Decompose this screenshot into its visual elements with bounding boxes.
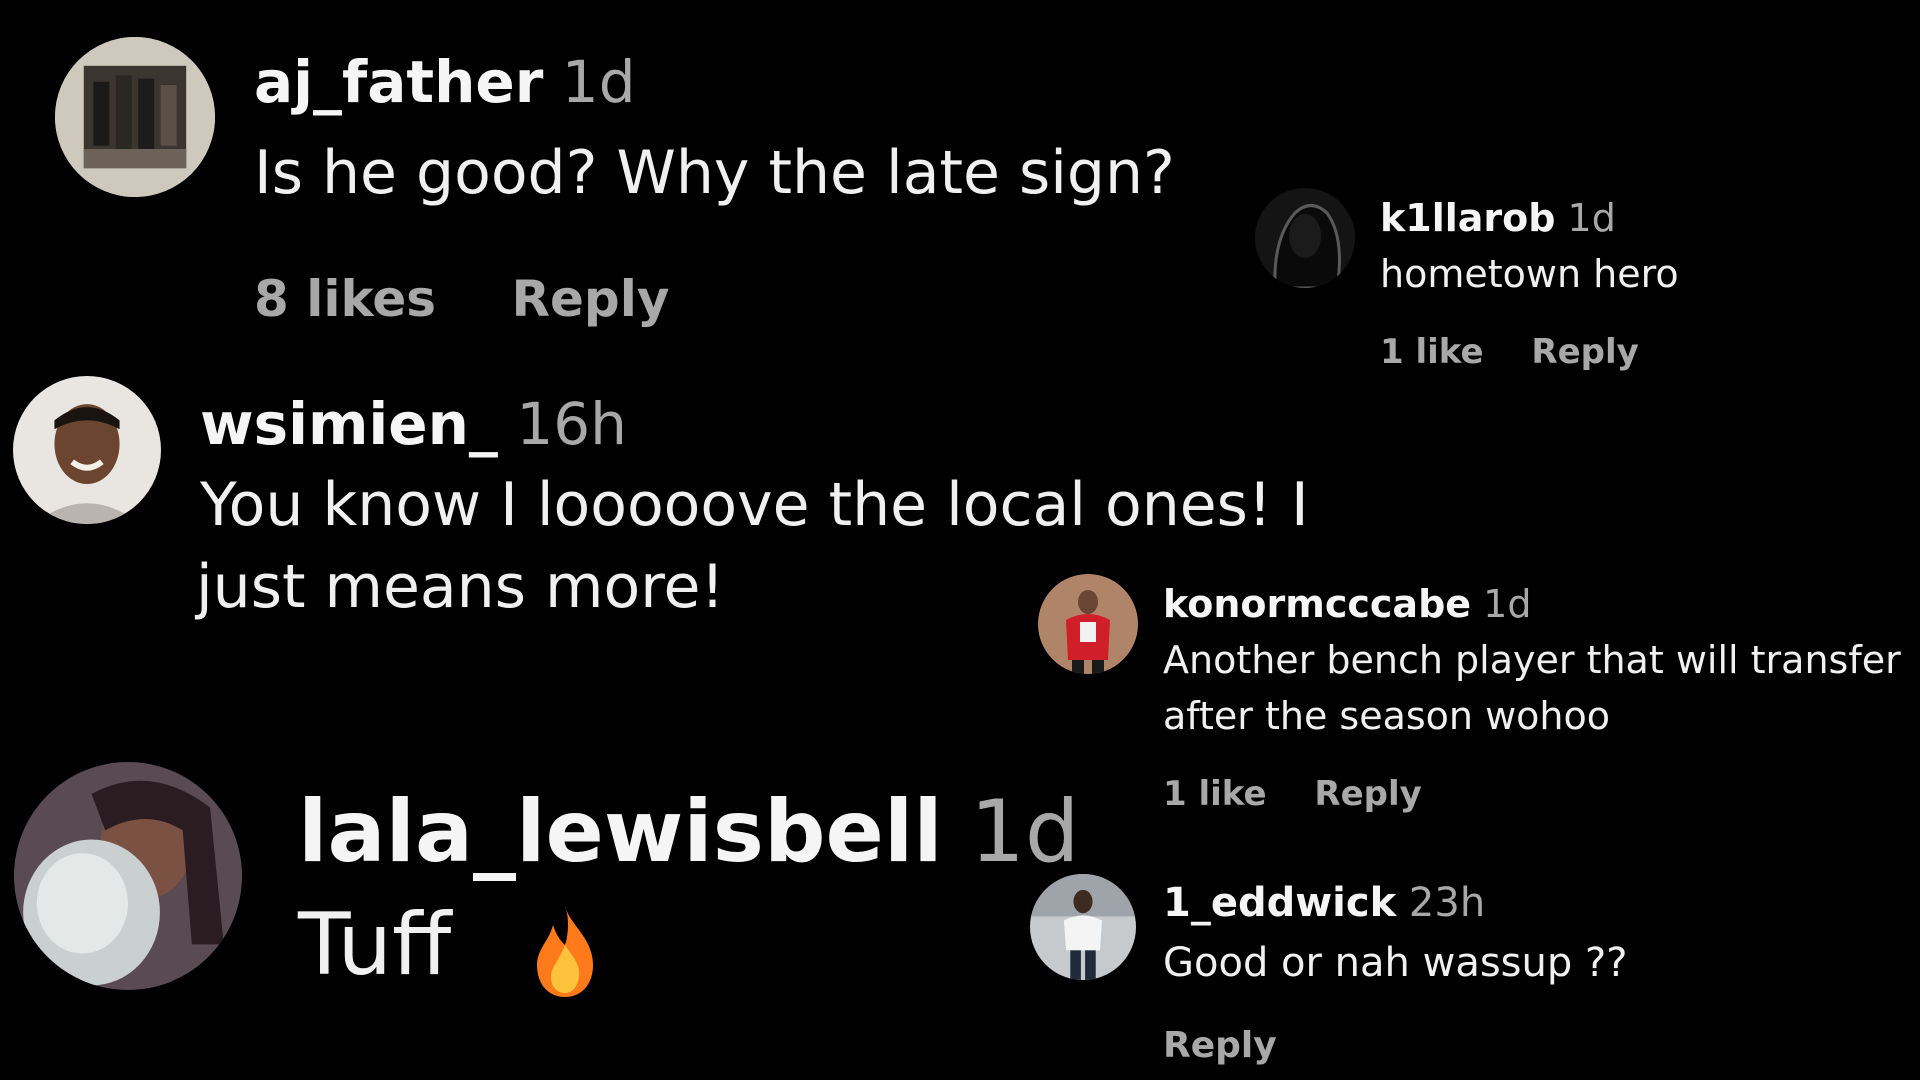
comment-text-line-2: after the season wohoo xyxy=(1163,694,1611,738)
timestamp: 1d xyxy=(1483,582,1532,626)
comment-header: k1llarob 1d xyxy=(1380,196,1616,240)
comment-header: 1_eddwick 23h xyxy=(1163,880,1485,926)
fire-emoji-icon xyxy=(523,901,607,1001)
reply-button[interactable]: Reply xyxy=(1531,332,1638,372)
avatar[interactable] xyxy=(1038,574,1138,674)
comment-header: lala_lewisbell 1d xyxy=(298,782,1079,882)
comment-actions: 1 like Reply xyxy=(1163,774,1422,814)
comment-actions: 8 likes Reply xyxy=(254,270,669,328)
comment-header: wsimien_ 16h xyxy=(200,390,627,458)
avatar-photo xyxy=(14,762,242,990)
comment-text: hometown hero xyxy=(1380,252,1679,296)
timestamp: 1d xyxy=(1567,196,1616,240)
comment-text-line-1: You know I looooove the local ones! I xyxy=(200,470,1309,540)
avatar[interactable] xyxy=(1030,874,1136,980)
comment-header: konormcccabe 1d xyxy=(1163,582,1531,626)
comment-text: Is he good? Why the late sign? xyxy=(254,138,1175,208)
comment-text-line-2: just means more! xyxy=(196,552,725,622)
comment-lala-lewisbell: lala_lewisbell 1d Tuff xyxy=(0,750,1079,1080)
avatar[interactable] xyxy=(14,762,242,990)
avatar-photo xyxy=(1038,574,1138,674)
username-link[interactable]: konormcccabe xyxy=(1163,582,1471,626)
username-link[interactable]: k1llarob xyxy=(1380,196,1555,240)
comment-aj-father: aj_father 1d Is he good? Why the late si… xyxy=(0,0,1250,370)
comment-text-line-1: Another bench player that will transfer xyxy=(1163,638,1901,682)
comment-header: aj_father 1d xyxy=(254,48,636,116)
avatar-photo xyxy=(1255,188,1355,288)
comment-actions: Reply xyxy=(1163,1025,1277,1066)
username-link[interactable]: aj_father xyxy=(254,48,543,116)
avatar-photo xyxy=(55,37,215,197)
avatar[interactable] xyxy=(55,37,215,197)
reply-button[interactable]: Reply xyxy=(1314,774,1421,814)
timestamp: 23h xyxy=(1408,880,1486,926)
comment-k1llarob: k1llarob 1d hometown hero 1 like Reply xyxy=(1250,170,1920,390)
reply-button[interactable]: Reply xyxy=(1163,1025,1277,1066)
comment-text: Good or nah wassup ?? xyxy=(1163,940,1628,986)
likes-count[interactable]: 1 like xyxy=(1163,774,1267,814)
avatar-photo xyxy=(1030,874,1136,980)
username-link[interactable]: 1_eddwick xyxy=(1163,880,1396,926)
likes-count[interactable]: 1 like xyxy=(1380,332,1484,372)
avatar[interactable] xyxy=(13,376,161,524)
comment-text-value: Tuff xyxy=(298,895,452,995)
timestamp: 16h xyxy=(516,390,627,458)
username-link[interactable]: lala_lewisbell xyxy=(298,782,943,882)
comment-konormcccabe: konormcccabe 1d Another bench player tha… xyxy=(1030,560,1920,840)
avatar-photo xyxy=(13,376,161,524)
likes-count[interactable]: 8 likes xyxy=(254,270,436,328)
timestamp: 1d xyxy=(561,48,636,116)
comment-text: Tuff xyxy=(298,895,607,1001)
reply-button[interactable]: Reply xyxy=(511,270,669,328)
comment-actions: 1 like Reply xyxy=(1380,332,1639,372)
username-link[interactable]: wsimien_ xyxy=(200,390,498,458)
comment-1-eddwick: 1_eddwick 23h Good or nah wassup ?? Repl… xyxy=(1030,865,1920,1080)
avatar[interactable] xyxy=(1255,188,1355,288)
